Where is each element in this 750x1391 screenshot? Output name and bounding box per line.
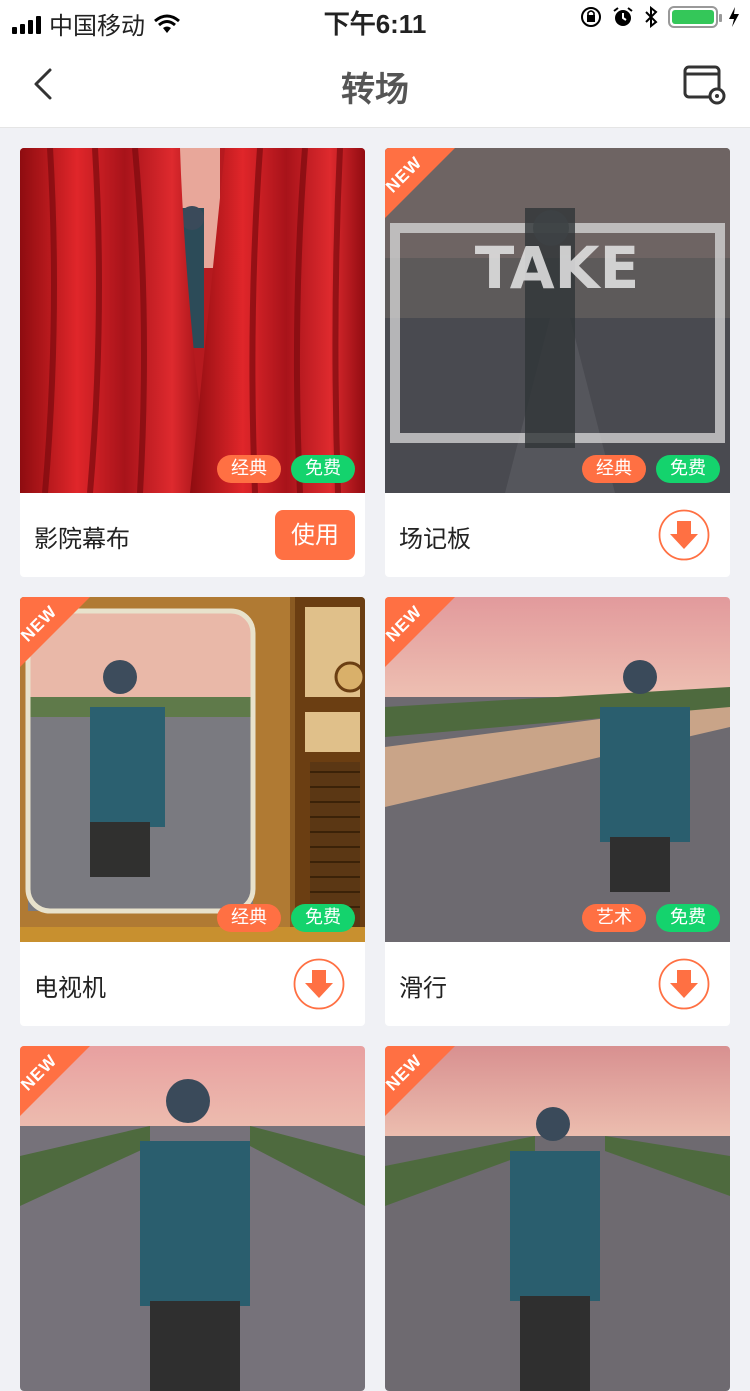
tag-free: 免费 xyxy=(291,904,355,932)
card-footer: 影院幕布 使用 xyxy=(20,493,365,577)
card-footer: 电视机 xyxy=(20,942,365,1026)
transition-name: 电视机 xyxy=(34,974,106,1002)
card-footer: 场记板 xyxy=(385,493,730,577)
transition-card-6[interactable]: NEW xyxy=(385,1046,730,1391)
transition-card-clapboard[interactable]: TAKE NEW 经典 免费 场记板 xyxy=(385,148,730,577)
new-badge: NEW xyxy=(385,148,457,220)
thumbnail-6: NEW xyxy=(385,1046,730,1391)
window-settings-icon[interactable] xyxy=(682,62,726,106)
transition-card-5[interactable]: NEW xyxy=(20,1046,365,1391)
thumbnail-5: NEW xyxy=(20,1046,365,1391)
download-button[interactable] xyxy=(293,958,345,1010)
charging-icon xyxy=(729,7,739,27)
page-title: 转场 xyxy=(341,70,409,110)
thumbnail-slide: NEW 艺术 免费 xyxy=(385,597,730,942)
download-button[interactable] xyxy=(658,958,710,1010)
tag-category: 艺术 xyxy=(582,904,646,932)
tag-free: 免费 xyxy=(656,455,720,483)
transition-card-tv[interactable]: NEW 经典 免费 电视机 xyxy=(20,597,365,1026)
tag-group: 经典 免费 xyxy=(217,904,355,932)
thumbnail-curtain: 经典 免费 xyxy=(20,148,365,493)
transition-name: 场记板 xyxy=(399,525,471,553)
transition-name: 影院幕布 xyxy=(34,525,130,553)
transition-card-slide[interactable]: NEW 艺术 免费 滑行 xyxy=(385,597,730,1026)
tag-category: 经典 xyxy=(217,455,281,483)
transition-name: 滑行 xyxy=(399,974,447,1002)
tag-category: 经典 xyxy=(217,904,281,932)
card-footer: 滑行 xyxy=(385,942,730,1026)
new-badge: NEW xyxy=(20,597,92,669)
alarm-icon xyxy=(613,7,633,26)
transition-card-curtain[interactable]: 经典 免费 影院幕布 使用 xyxy=(20,148,365,577)
thumbnail-tv: NEW 经典 免费 xyxy=(20,597,365,942)
thumbnail-clapboard: TAKE NEW 经典 免费 xyxy=(385,148,730,493)
tag-group: 艺术 免费 xyxy=(582,904,720,932)
tag-category: 经典 xyxy=(582,455,646,483)
new-badge: NEW xyxy=(385,597,457,669)
clapboard-text: TAKE xyxy=(475,234,640,302)
use-button[interactable]: 使用 xyxy=(275,510,355,560)
new-badge: NEW xyxy=(20,1046,92,1118)
tag-free: 免费 xyxy=(291,455,355,483)
orientation-lock-icon xyxy=(581,7,601,27)
tag-free: 免费 xyxy=(656,904,720,932)
battery-icon xyxy=(668,6,722,28)
tag-group: 经典 免费 xyxy=(217,455,355,483)
download-button[interactable] xyxy=(658,509,710,561)
nav-bar: 转场 xyxy=(0,40,750,128)
bluetooth-icon xyxy=(645,6,658,28)
status-bar: 中国移动 下午6:11 xyxy=(0,0,750,40)
tag-group: 经典 免费 xyxy=(582,455,720,483)
new-badge: NEW xyxy=(385,1046,457,1118)
